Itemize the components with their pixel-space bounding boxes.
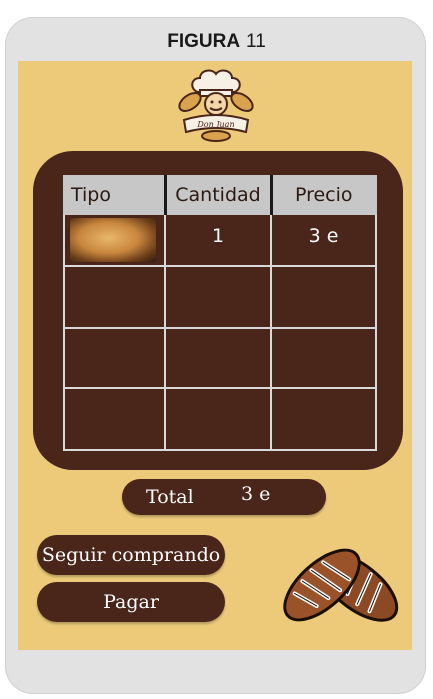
title-number: 11 [246, 31, 266, 52]
cell-cantidad: 1 [164, 213, 272, 267]
column-header-precio: Precio [269, 175, 377, 215]
cell-cantidad [164, 327, 272, 389]
chef-baker-logo-icon: Don Juan [178, 69, 254, 142]
cell-cantidad [164, 387, 272, 451]
continue-shopping-label: Seguir comprando [41, 544, 221, 566]
cell-precio [270, 327, 377, 389]
order-table: Tipo Cantidad Precio 1 3 e [63, 175, 377, 451]
price-value: 3 e [308, 225, 339, 247]
title-text: FIGURA [167, 31, 241, 52]
table-header-row: Tipo Cantidad Precio [63, 175, 377, 215]
quantity-value [166, 329, 270, 339]
table-row [63, 327, 377, 389]
cell-precio [270, 387, 377, 451]
cell-tipo [63, 265, 166, 329]
continue-shopping-button[interactable]: Seguir comprando [37, 535, 225, 575]
total-display: Total 3 e [122, 479, 326, 515]
table-row [63, 387, 377, 451]
cell-tipo [63, 213, 166, 267]
cell-tipo [63, 387, 166, 451]
quantity-value: 1 [211, 225, 225, 247]
cell-cantidad [164, 265, 272, 329]
bread-loaves-icon [283, 548, 399, 622]
logo-brand-text: Don Juan [196, 120, 234, 129]
cell-precio: 3 e [270, 213, 377, 267]
total-label: Total [146, 486, 194, 508]
pay-button[interactable]: Pagar [37, 582, 225, 622]
table-row[interactable]: 1 3 e [63, 213, 377, 267]
price-value [272, 329, 375, 339]
price-value [272, 267, 375, 277]
cell-tipo [63, 327, 166, 389]
table-row [63, 265, 377, 329]
quantity-value [166, 267, 270, 277]
price-value [272, 389, 375, 399]
page-title: FIGURA 11 [0, 31, 433, 53]
quantity-value [166, 389, 270, 399]
bread-roll-image [70, 218, 156, 262]
cell-precio [270, 265, 377, 329]
pay-label: Pagar [103, 591, 159, 613]
column-header-tipo: Tipo [63, 175, 166, 215]
total-value: 3 e [241, 483, 271, 505]
column-header-cantidad: Cantidad [163, 175, 272, 215]
